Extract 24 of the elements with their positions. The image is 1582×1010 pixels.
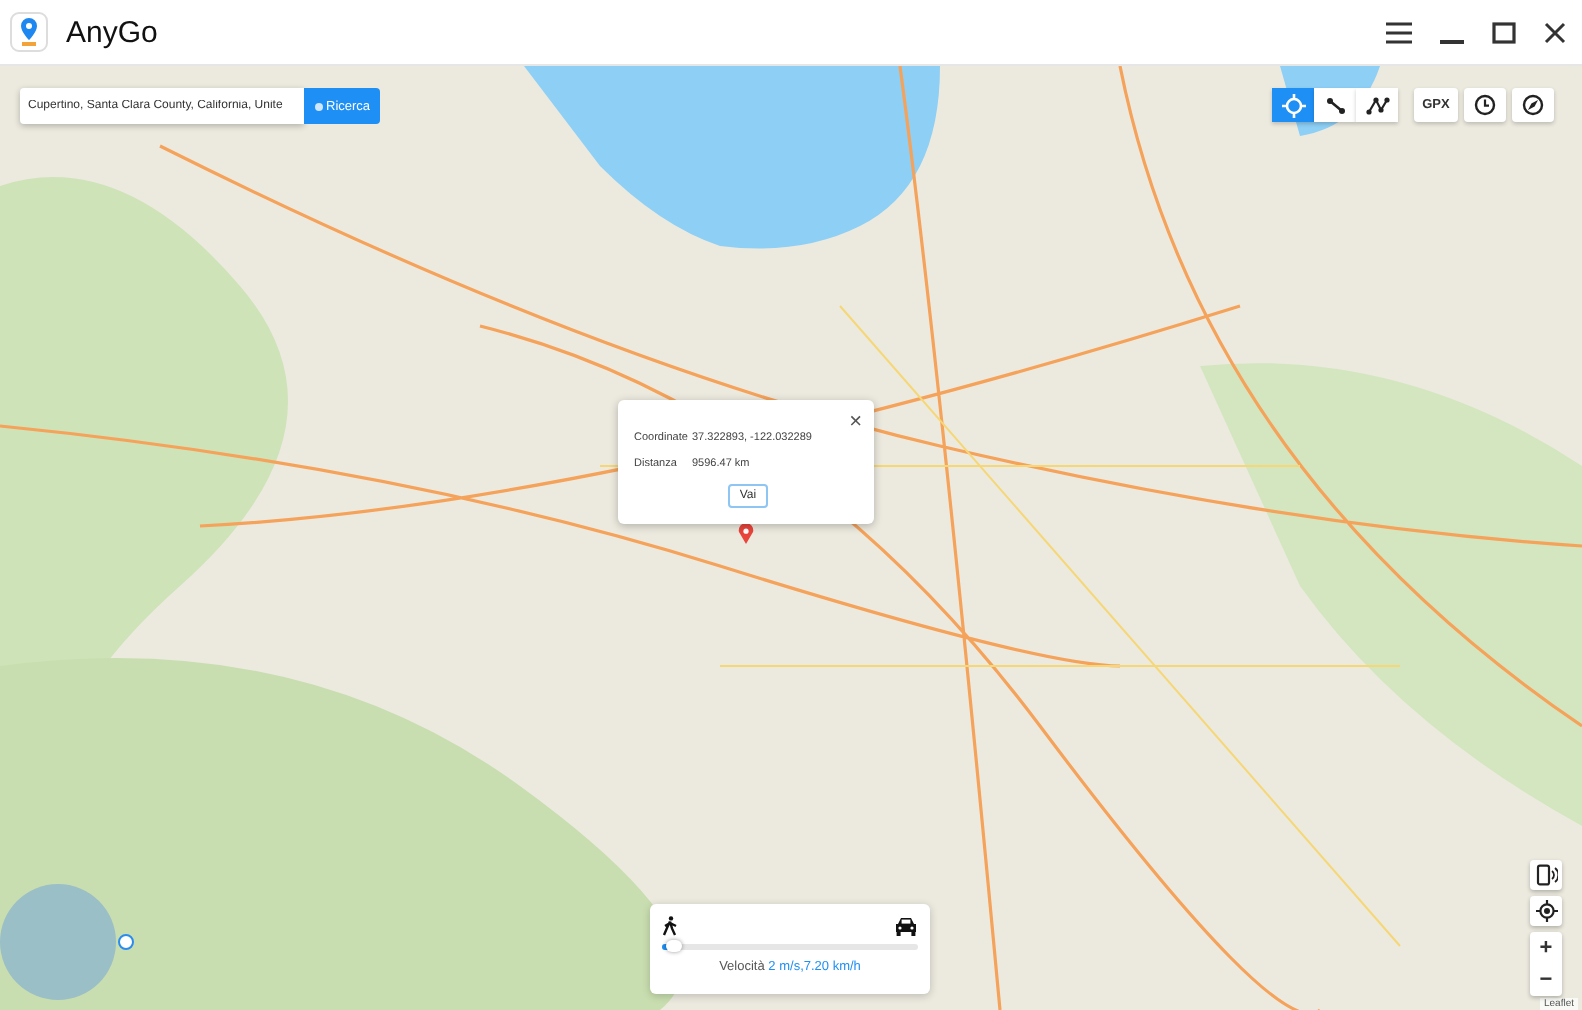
- menu-icon[interactable]: [1386, 21, 1412, 43]
- compass-button[interactable]: [1512, 88, 1554, 122]
- locate-button[interactable]: [1530, 896, 1562, 926]
- phone-icon: [1535, 864, 1557, 886]
- window-title: AnyGo: [66, 15, 160, 49]
- close-icon[interactable]: [1544, 21, 1566, 43]
- two-point-route-icon: [1323, 93, 1347, 117]
- compass-icon: [1522, 94, 1544, 116]
- mode-button[interactable]: [1356, 88, 1398, 122]
- walking-person-icon[interactable]: [662, 916, 678, 936]
- mode-button[interactable]: [1314, 88, 1356, 122]
- crosshair-icon: [1535, 900, 1557, 922]
- crosshair-icon: [1281, 93, 1305, 117]
- multi-point-route-icon: [1365, 93, 1389, 117]
- zoom-out-button[interactable]: −: [1530, 964, 1562, 996]
- slider-handle[interactable]: [665, 940, 682, 952]
- clock-icon: [1474, 94, 1496, 116]
- popup-close-button[interactable]: ×: [849, 414, 862, 432]
- history-button[interactable]: [1464, 88, 1506, 122]
- maximize-icon[interactable]: [1492, 21, 1516, 43]
- zoom-in-button[interactable]: +: [1530, 932, 1562, 964]
- car-icon[interactable]: [894, 916, 918, 936]
- device-button[interactable]: [1530, 860, 1562, 890]
- app-logo-icon: [10, 12, 48, 52]
